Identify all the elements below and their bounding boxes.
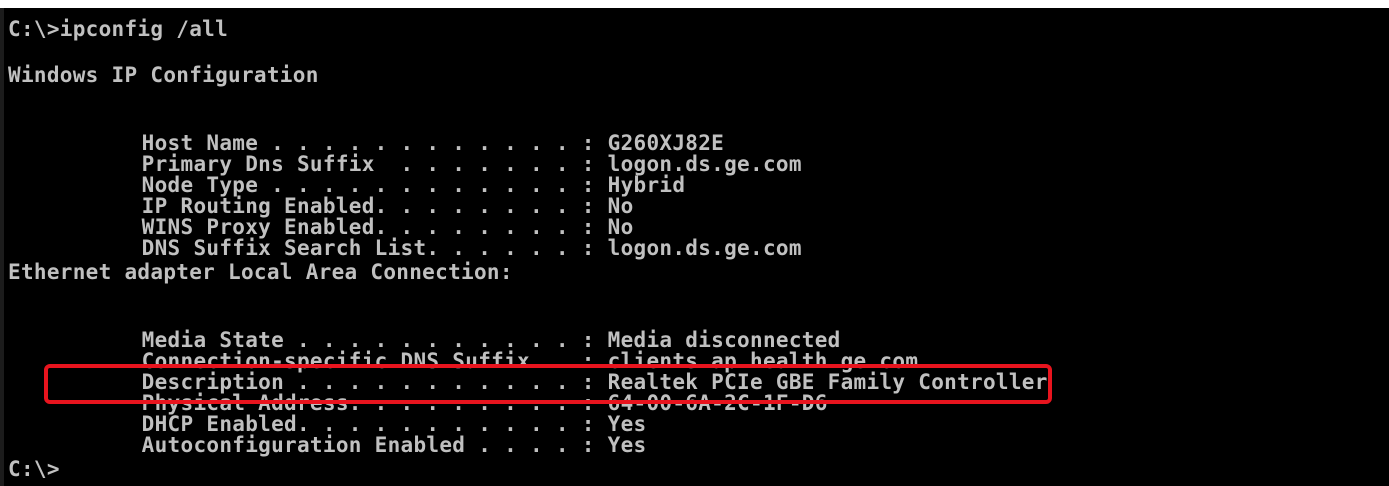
section-heading-ethernet-adapter: Ethernet adapter Local Area Connection: (8, 260, 513, 284)
command-line-ipconfig: C:\>ipconfig /all (8, 17, 229, 41)
config-row-autoconfiguration: Autoconfiguration Enabled . . . . : Yes (64, 414, 646, 477)
config-label: DNS Suffix Search List. . . . . . : (141, 236, 595, 260)
command-prompt-window[interactable]: C:\>ipconfig /all Windows IP Configurati… (0, 8, 1389, 486)
config-label: Autoconfiguration Enabled . . . . : (141, 433, 595, 457)
section-heading-windows-ip: Windows IP Configuration (8, 63, 319, 87)
command-prompt[interactable]: C:\> (8, 459, 60, 480)
window-left-edge (0, 8, 4, 486)
config-value: Yes (594, 433, 647, 457)
config-value: logon.ds.ge.com (594, 236, 802, 260)
physical-address-highlight-box (44, 364, 1052, 404)
